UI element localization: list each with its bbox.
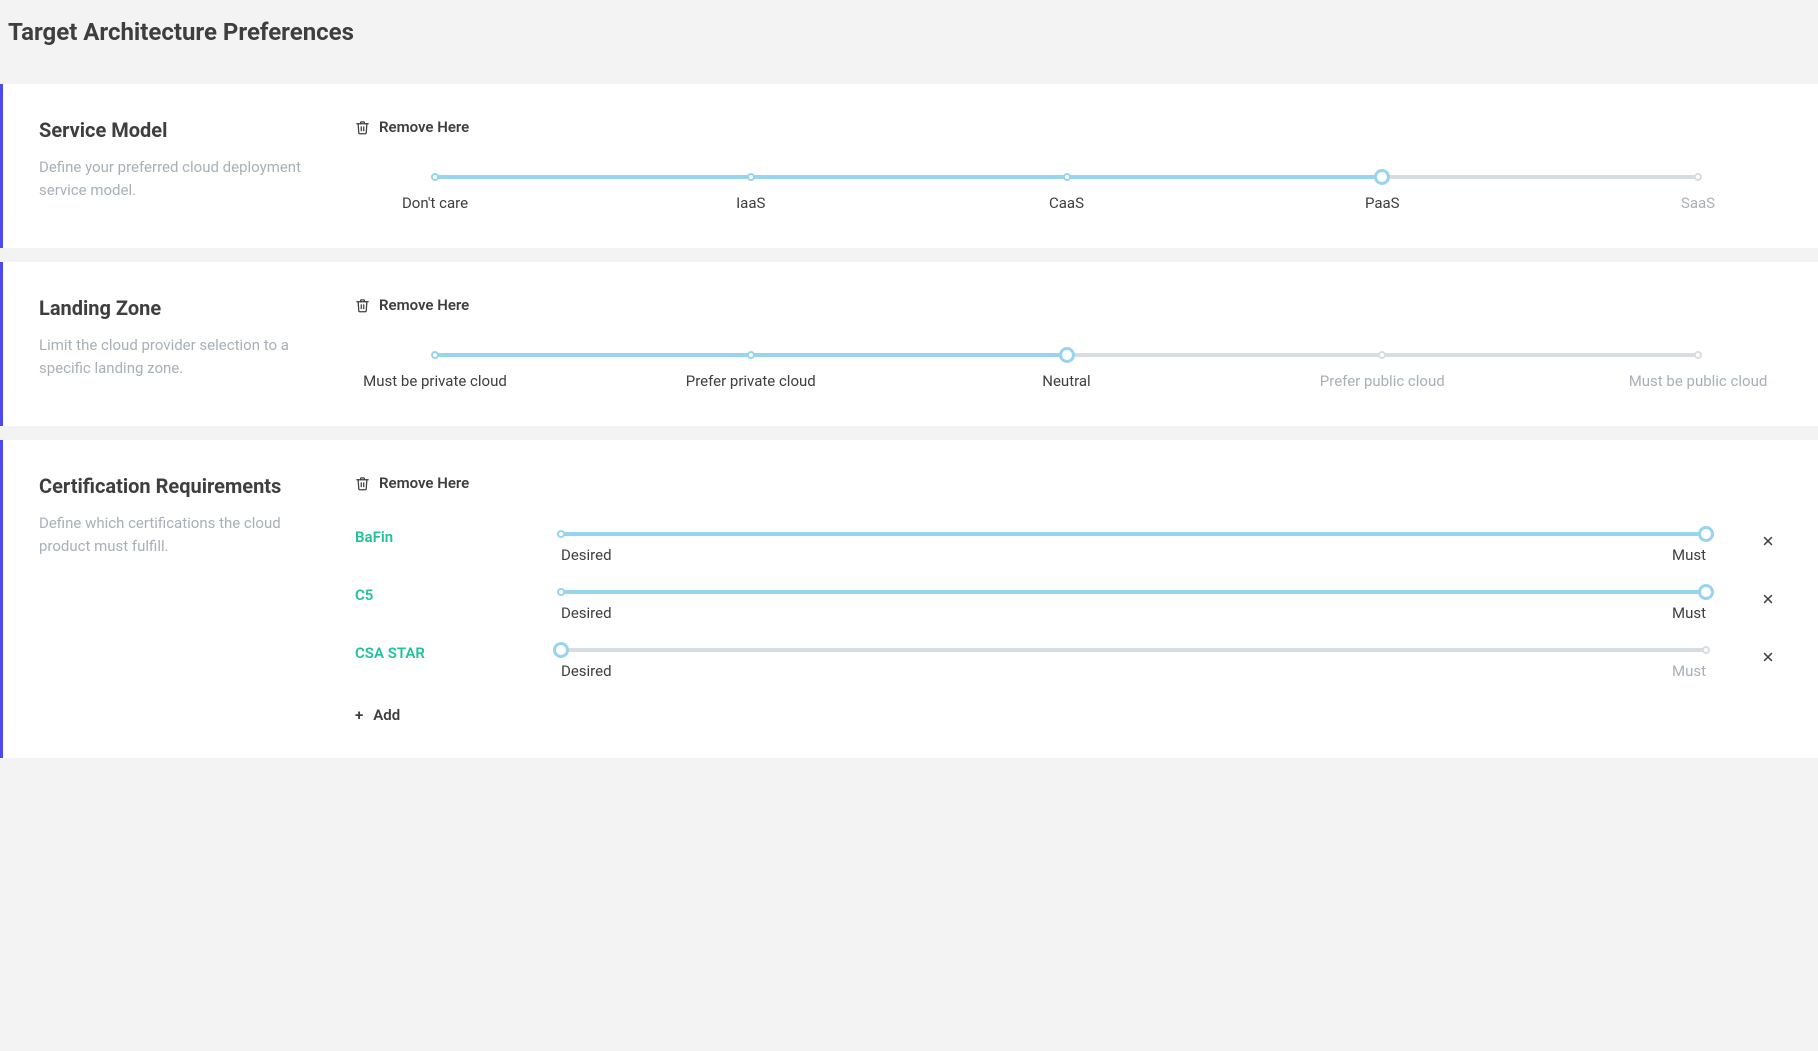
section-service-model: Service Model Define your preferred clou… <box>0 84 1818 248</box>
slider-label-left: Desired <box>561 604 612 622</box>
add-label: Add <box>373 706 400 724</box>
remove-label: Remove Here <box>379 474 469 492</box>
landing-zone-slider[interactable] <box>435 350 1698 360</box>
slider-label-right: Must <box>1672 604 1706 622</box>
slider-label-right: Must <box>1672 546 1706 564</box>
remove-button[interactable]: Remove Here <box>355 474 1778 492</box>
certification-row: CSA STARDesired Must <box>355 644 1778 680</box>
section-title: Service Model <box>39 118 331 142</box>
trash-icon <box>355 475 370 492</box>
certification-name[interactable]: C5 <box>355 586 561 604</box>
slider-handle[interactable] <box>553 642 569 658</box>
certification-remove-button[interactable] <box>1758 590 1778 609</box>
remove-button[interactable]: Remove Here <box>355 118 1778 136</box>
plus-icon: + <box>355 708 363 723</box>
trash-icon <box>355 119 370 136</box>
section-description: Define which certifications the cloud pr… <box>39 512 331 557</box>
service-model-slider[interactable] <box>435 172 1698 182</box>
section-description: Define your preferred cloud deployment s… <box>39 156 331 201</box>
slider-label: Neutral <box>1042 372 1090 390</box>
certification-remove-button[interactable] <box>1758 532 1778 551</box>
slider-label: Prefer private cloud <box>686 372 816 390</box>
slider-stop[interactable] <box>1694 351 1702 359</box>
slider-stop[interactable] <box>557 530 565 538</box>
certification-slider[interactable] <box>561 528 1706 540</box>
slider-label: IaaS <box>736 194 765 212</box>
slider-label: Must be private cloud <box>363 372 507 390</box>
slider-label: Don't care <box>402 194 468 212</box>
close-icon <box>1762 535 1774 547</box>
slider-stop[interactable] <box>1063 173 1071 181</box>
slider-label: Prefer public cloud <box>1320 372 1445 390</box>
close-icon <box>1762 651 1774 663</box>
remove-label: Remove Here <box>379 118 469 136</box>
section-certifications: Certification Requirements Define which … <box>0 440 1818 758</box>
close-icon <box>1762 593 1774 605</box>
page-title: Target Architecture Preferences <box>8 18 1818 46</box>
page-header: Target Architecture Preferences <box>0 0 1818 84</box>
remove-label: Remove Here <box>379 296 469 314</box>
slider-stop[interactable] <box>557 588 565 596</box>
slider-stop[interactable] <box>1378 351 1386 359</box>
slider-label: PaaS <box>1365 194 1400 212</box>
slider-stop[interactable] <box>431 351 439 359</box>
trash-icon <box>355 297 370 314</box>
slider-handle[interactable] <box>1374 169 1390 185</box>
certification-slider[interactable] <box>561 586 1706 598</box>
slider-label: SaaS <box>1681 194 1715 212</box>
slider-label-left: Desired <box>561 662 612 680</box>
service-model-slider-labels: Don't careIaaSCaaSPaaSSaaS <box>435 192 1698 214</box>
add-button[interactable]: + Add <box>355 706 1778 724</box>
section-title: Landing Zone <box>39 296 331 320</box>
certification-slider[interactable] <box>561 644 1706 656</box>
slider-stop[interactable] <box>747 173 755 181</box>
slider-handle[interactable] <box>1059 347 1075 363</box>
slider-stop[interactable] <box>1702 646 1710 654</box>
slider-label: CaaS <box>1049 194 1084 212</box>
certification-row: BaFinDesired Must <box>355 528 1778 564</box>
slider-label: Must be public cloud <box>1629 372 1768 390</box>
certification-name[interactable]: BaFin <box>355 528 561 546</box>
slider-stop[interactable] <box>431 173 439 181</box>
slider-handle[interactable] <box>1698 584 1714 600</box>
slider-stop[interactable] <box>747 351 755 359</box>
landing-zone-slider-labels: Must be private cloudPrefer private clou… <box>435 370 1698 392</box>
slider-stop[interactable] <box>1694 173 1702 181</box>
section-description: Limit the cloud provider selection to a … <box>39 334 331 379</box>
slider-label-right: Must <box>1672 662 1706 680</box>
section-landing-zone: Landing Zone Limit the cloud provider se… <box>0 262 1818 426</box>
certification-name[interactable]: CSA STAR <box>355 644 561 662</box>
certification-row: C5Desired Must <box>355 586 1778 622</box>
remove-button[interactable]: Remove Here <box>355 296 1778 314</box>
section-title: Certification Requirements <box>39 474 331 498</box>
slider-handle[interactable] <box>1698 526 1714 542</box>
slider-label-left: Desired <box>561 546 612 564</box>
certification-remove-button[interactable] <box>1758 648 1778 667</box>
